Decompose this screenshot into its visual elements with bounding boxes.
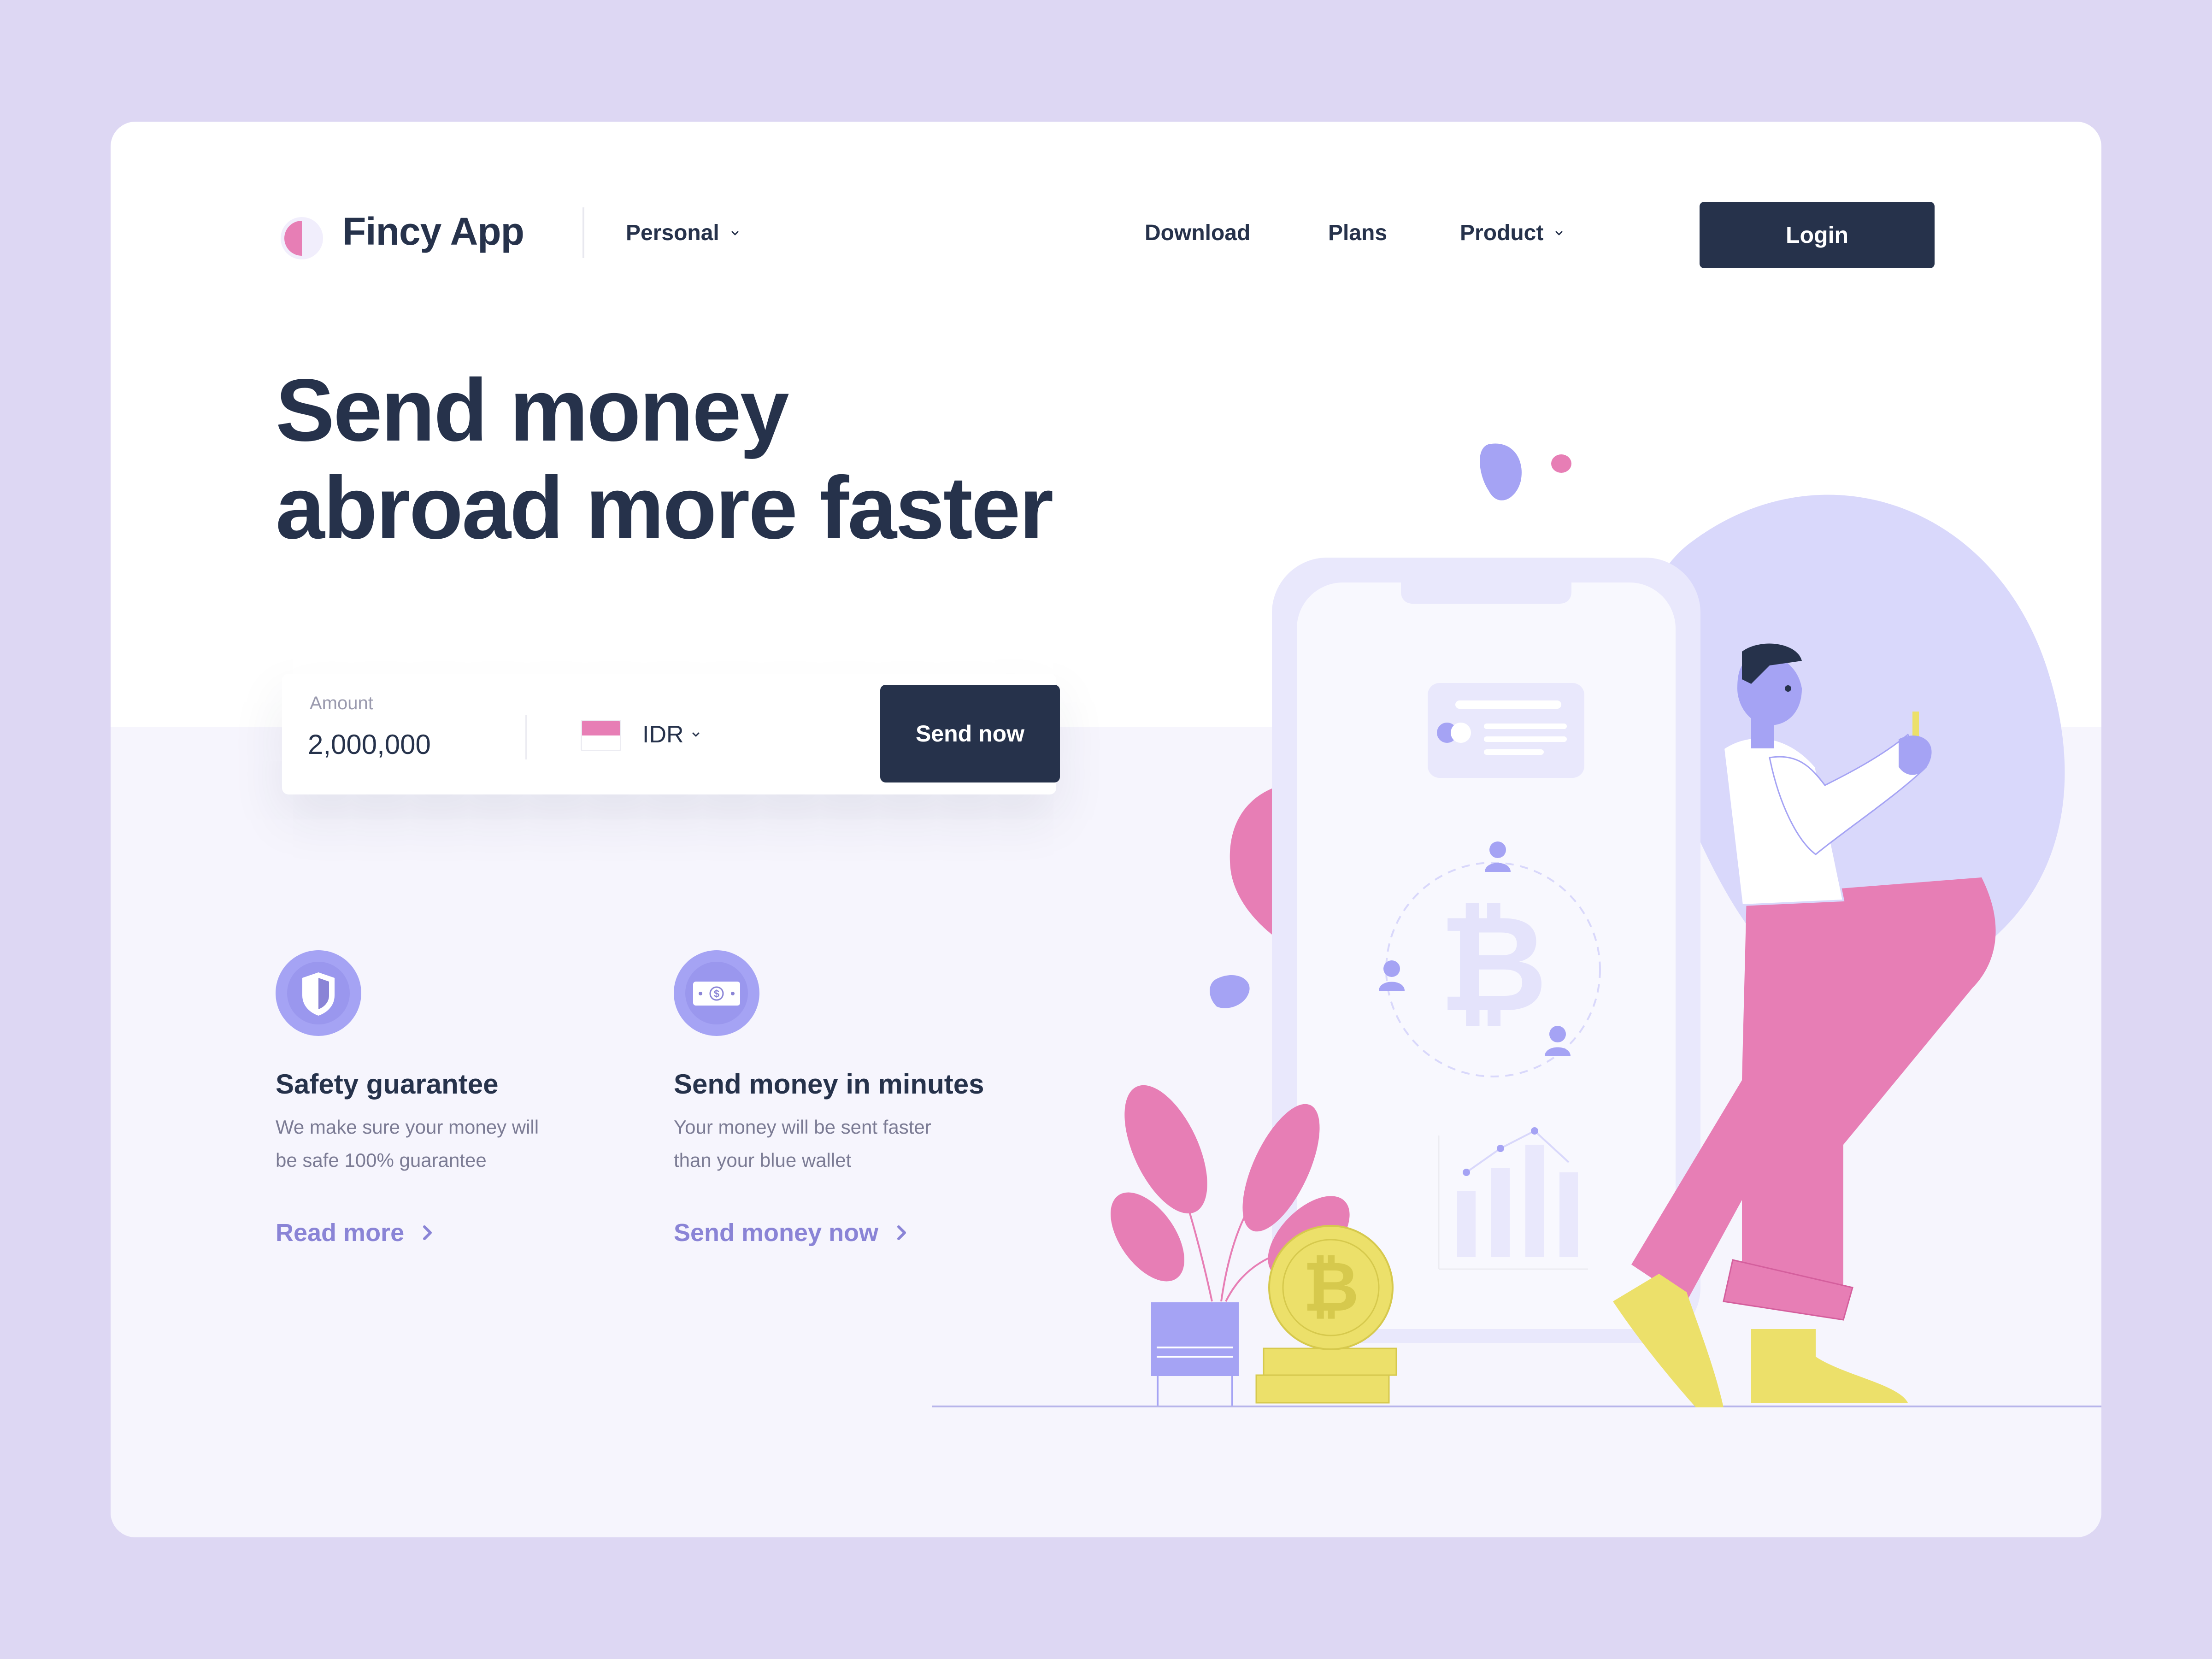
bitcoin-symbol-icon: ₿ [1439, 887, 1547, 1042]
small-blob [1210, 975, 1250, 1008]
floating-blob-purple [1480, 443, 1522, 500]
main-card: Fincy App Personal Download Plans Produc… [111, 122, 2101, 1537]
phone-notch [1401, 582, 1571, 604]
hero-illustration: ₿ ₿ [932, 443, 2101, 1407]
floating-blob-pink [1551, 454, 1571, 473]
svg-text:₿: ₿ [1303, 1247, 1359, 1327]
